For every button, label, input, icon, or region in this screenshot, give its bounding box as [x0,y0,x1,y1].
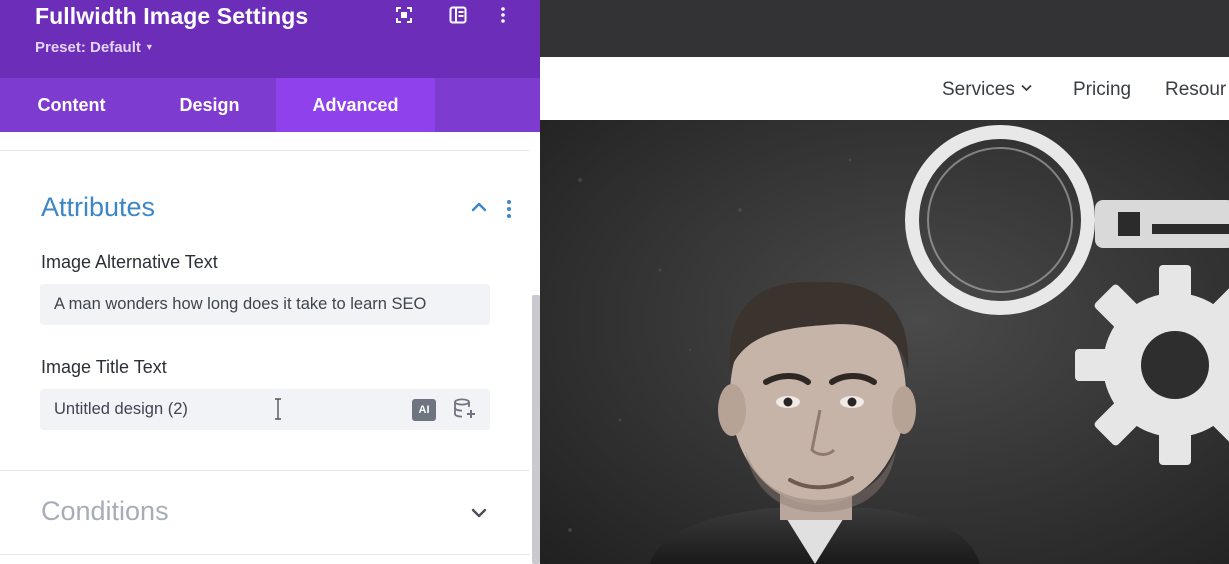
preset-selector[interactable]: Preset: Default ▼ [35,39,154,56]
panel-title: Fullwidth Image Settings [35,3,309,29]
divider [0,470,530,471]
text-cursor-icon [275,398,281,420]
more-vertical-icon[interactable] [493,6,513,26]
chevron-down-icon[interactable] [470,504,488,522]
dynamic-content-icon[interactable] [452,397,478,421]
tab-advanced[interactable]: Advanced [276,78,435,132]
hero-image[interactable] [540,120,1229,564]
attributes-section-title[interactable]: Attributes [41,192,155,223]
nav-item-services[interactable]: Services [942,79,1032,101]
panel-header: Fullwidth Image Settings Preset: Default… [0,0,540,78]
settings-panel: Fullwidth Image Settings Preset: Default… [0,0,540,564]
preset-label: Preset: Default [35,39,141,56]
alt-text-label: Image Alternative Text [41,252,218,272]
focus-icon[interactable] [394,6,414,26]
scrollbar[interactable] [530,132,540,564]
conditions-section-title[interactable]: Conditions [41,496,169,527]
scrollbar-thumb[interactable] [532,295,540,564]
chevron-up-icon[interactable] [470,198,488,216]
nav-item-label: Services [942,79,1015,100]
divider [0,554,530,555]
alt-text-value: A man wonders how long does it take to l… [54,295,427,313]
tab-design[interactable]: Design [143,78,276,132]
preview-top-bar [540,0,1229,57]
site-preview: Services Pricing Resour [540,0,1229,564]
alt-text-input[interactable]: A man wonders how long does it take to l… [40,284,490,325]
section-options-icon[interactable] [503,200,515,220]
ai-button[interactable]: AI [412,399,436,421]
chevron-down-icon [1021,84,1032,92]
divider [0,150,530,151]
nav-item-pricing[interactable]: Pricing [1073,79,1131,101]
nav-item-resources[interactable]: Resour [1165,79,1226,101]
title-text-label: Image Title Text [41,357,167,377]
split-view-icon[interactable] [448,6,468,26]
tab-bar: Content Design Advanced [0,78,540,132]
panel-body: Attributes Image Alternative Text A man … [0,132,530,564]
title-text-input[interactable]: Untitled design (2) AI [40,389,490,430]
tab-content[interactable]: Content [0,78,143,132]
caret-down-icon: ▼ [144,42,154,52]
site-navigation: Services Pricing Resour [540,57,1229,120]
man-with-key-and-gear-illustration [540,120,1229,564]
title-text-value: Untitled design (2) [54,400,188,418]
